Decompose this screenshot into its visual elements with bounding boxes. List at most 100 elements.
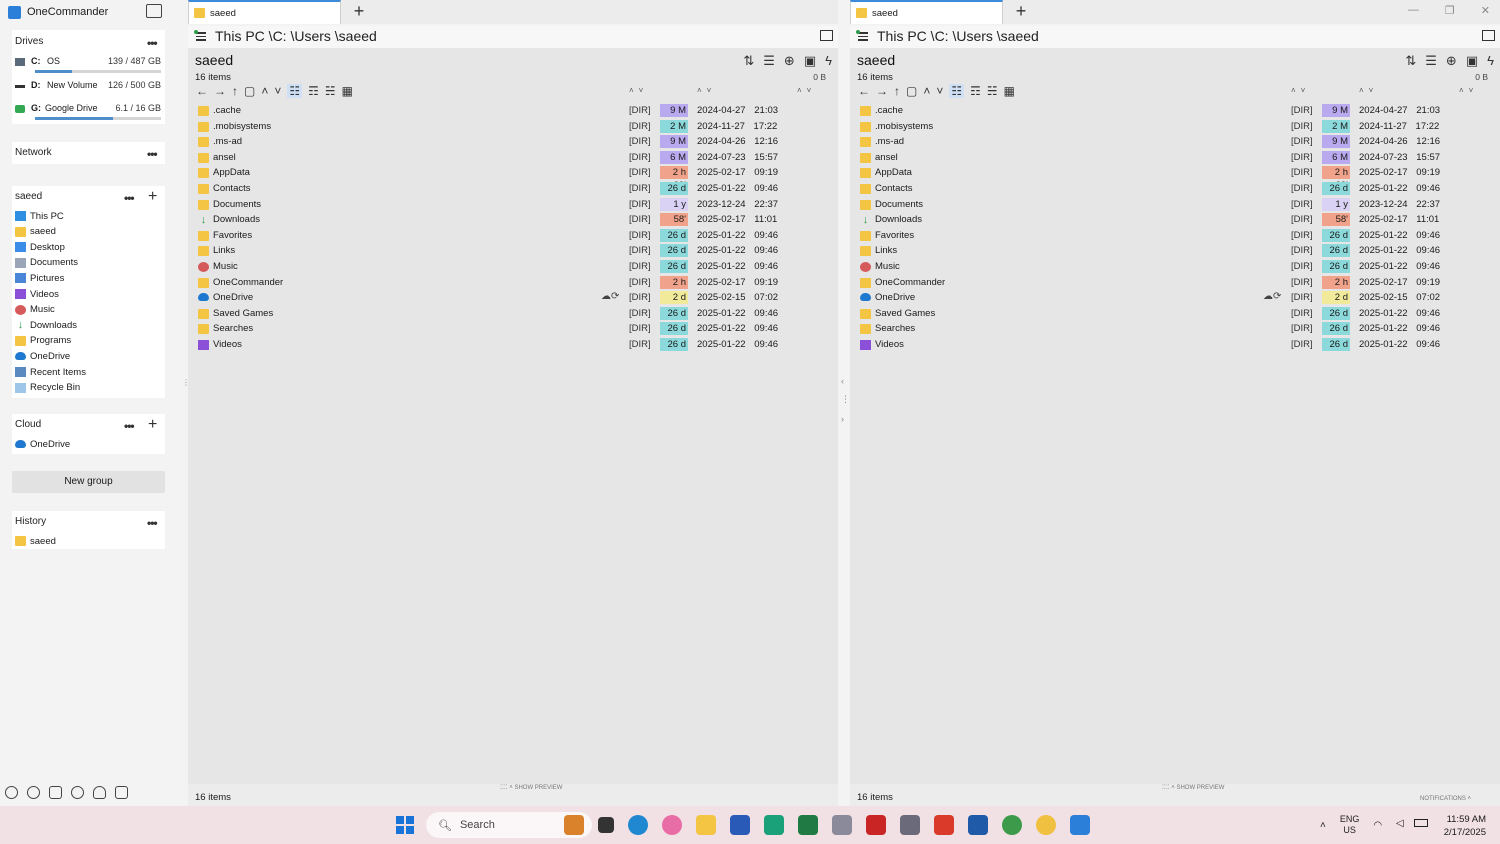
cloud-add-icon[interactable]: + — [148, 417, 157, 433]
chevron-up-icon[interactable]: ˄ — [923, 84, 930, 98]
drive-c[interactable]: C: OS 139 / 487 GB — [15, 56, 161, 78]
show-preview-toggle[interactable]: ⁚⁚⁚⁚ ˄ SHOW PREVIEW — [500, 784, 562, 791]
sidebar-item-recycle-bin[interactable]: Recycle Bin — [15, 381, 80, 395]
paint-icon[interactable] — [1036, 815, 1056, 835]
details-icon[interactable]: ☰ — [763, 53, 775, 69]
file-row[interactable]: .cache [DIR] 9 M 2024-04-27 21:03 — [188, 103, 838, 119]
show-preview-toggle[interactable]: ⁚⁚⁚⁚ ˄ SHOW PREVIEW — [1162, 784, 1224, 791]
network-more-icon[interactable]: ••• — [147, 147, 158, 161]
xodo-icon[interactable] — [934, 815, 954, 835]
file-row[interactable]: OneCommander [DIR] 2 h 39' 2025-02-17 09:19 — [188, 275, 838, 301]
file-row[interactable]: .ms-ad [DIR] 9 M 2024-04-26 12:16 — [850, 134, 1500, 150]
file-row[interactable]: OneDrive ☁⟳ [DIR] 2 d 2025-02-15 07:02 — [188, 290, 838, 306]
file-row[interactable]: Favorites [DIR] 26 d 2025-01-22 09:46 — [850, 228, 1500, 244]
store-icon[interactable] — [730, 815, 750, 835]
copilot-icon[interactable] — [662, 815, 682, 835]
notifications-label[interactable]: NOTIFICATIONS ˄ — [1420, 796, 1471, 802]
address-bar[interactable]: This PC \C: \Users \saeed — [188, 26, 838, 48]
drives-more-icon[interactable]: ••• — [147, 36, 158, 50]
file-row[interactable]: Saved Games [DIR] 26 d 2025-01-22 09:46 — [850, 306, 1500, 322]
clock[interactable]: 11:59 AM 2/17/2025 — [1444, 813, 1486, 839]
sidebar-item-downloads[interactable]: ↓ Downloads — [15, 318, 77, 332]
add-icon[interactable]: ⊕ — [784, 53, 795, 69]
chevron-up-icon[interactable]: ˄ — [1320, 820, 1326, 831]
file-explorer-icon[interactable] — [696, 815, 716, 835]
close-icon[interactable]: ✕ — [1481, 4, 1490, 17]
grid-view-icon[interactable]: ▦ — [1004, 84, 1015, 98]
new-tab-icon[interactable]: + — [348, 2, 370, 22]
sidebar-item-videos[interactable]: Videos — [15, 287, 59, 301]
columns-view-icon[interactable] — [820, 30, 833, 41]
sidebar-toggle-icon[interactable] — [146, 4, 162, 18]
address-bar[interactable]: This PC \C: \Users \saeed — [850, 26, 1500, 48]
sidebar-splitter-handle[interactable]: ⋮ — [182, 378, 190, 418]
file-row[interactable]: .mobisystems [DIR] 2 M 2024-11-27 17:22 — [850, 119, 1500, 135]
sidebar-item-music[interactable]: Music — [15, 303, 55, 317]
breadcrumb[interactable]: This PC \C: \Users \saeed — [215, 28, 377, 44]
minimize-icon[interactable]: — — [1408, 4, 1419, 17]
file-row[interactable]: Links [DIR] 26 d 2025-01-22 09:46 — [188, 243, 838, 259]
sidebar-item-programs[interactable]: Programs — [15, 334, 71, 348]
details-view-icon[interactable]: ☶ — [308, 84, 319, 98]
tab-saeed[interactable]: saeed — [850, 0, 1003, 24]
chevron-down-icon[interactable]: ˅ — [274, 84, 281, 98]
calendar-icon[interactable]: ▢ — [244, 84, 255, 98]
add-icon[interactable]: ⊕ — [1446, 53, 1457, 69]
details-view-icon[interactable]: ☶ — [970, 84, 981, 98]
file-row[interactable]: Music [DIR] 26 d 2025-01-22 09:46 — [188, 259, 838, 275]
file-row[interactable]: Contacts [DIR] 26 d 2025-01-22 09:46 — [188, 181, 838, 197]
layout-icon[interactable] — [49, 786, 62, 799]
file-row[interactable]: Links [DIR] 26 d 2025-01-22 09:46 — [850, 243, 1500, 259]
file-row[interactable]: ansel [DIR] 6 M 2024-07-23 15:57 — [188, 150, 838, 166]
file-row[interactable]: Saved Games [DIR] 26 d 2025-01-22 09:46 — [188, 306, 838, 322]
tree-view-icon[interactable]: ☵ — [987, 84, 998, 98]
sidebar-item-recent-items[interactable]: Recent Items — [15, 365, 86, 379]
list-menu-icon[interactable] — [856, 30, 868, 42]
pdf-app-icon[interactable] — [866, 815, 886, 835]
restore-icon[interactable]: ❐ — [1445, 4, 1455, 17]
group-more-icon[interactable]: ••• — [124, 191, 135, 205]
cloud-more-icon[interactable]: ••• — [124, 419, 135, 433]
file-row[interactable]: Searches [DIR] 26 d 2025-01-22 09:46 — [850, 321, 1500, 337]
details-icon[interactable]: ☰ — [1425, 53, 1437, 69]
file-row[interactable]: ansel [DIR] 6 M 2024-07-23 15:57 — [850, 150, 1500, 166]
lightning-icon[interactable]: ϟ — [825, 53, 832, 69]
sort-type-arrows-icon[interactable]: ˄˅ — [1291, 86, 1310, 95]
file-row[interactable]: AppData [DIR] 2 h 39' 2025-02-17 09:19 — [188, 165, 838, 191]
drive-g[interactable]: G: Google Drive 6.1 / 16 GB — [15, 103, 161, 125]
file-row[interactable]: Documents [DIR] 1 y 2023-12-24 22:37 — [850, 197, 1500, 213]
battery-icon[interactable] — [1414, 819, 1428, 827]
sidebar-item-this-pc[interactable]: This PC — [15, 209, 64, 223]
info-icon[interactable] — [27, 786, 40, 799]
pane-splitter-handle[interactable]: ‹ ⋮ › — [838, 0, 850, 806]
excel-icon[interactable] — [798, 815, 818, 835]
sort-date-arrows-icon[interactable]: ˄˅ — [697, 86, 716, 95]
onecommander-app-icon[interactable] — [1070, 815, 1090, 835]
wifi-icon[interactable]: ◠ — [1373, 820, 1382, 831]
file-row[interactable]: Videos [DIR] 26 d 2025-01-22 09:46 — [188, 337, 838, 353]
calculator-icon[interactable] — [832, 815, 852, 835]
file-row[interactable]: OneCommander [DIR] 2 h 39' 2025-02-17 09:19 — [850, 275, 1500, 301]
search-icon[interactable] — [71, 786, 84, 799]
tab-saeed[interactable]: saeed — [188, 0, 341, 24]
sort-type-arrows-icon[interactable]: ˄˅ — [629, 86, 648, 95]
edge-icon[interactable] — [628, 815, 648, 835]
file-row[interactable]: .cache [DIR] 9 M 2024-04-27 21:03 — [850, 103, 1500, 119]
new-tab-icon[interactable]: + — [1010, 2, 1032, 22]
file-row[interactable]: Favorites [DIR] 26 d 2025-01-22 09:46 — [188, 228, 838, 244]
back-icon[interactable]: ← — [858, 84, 870, 98]
onedrive-app-icon[interactable] — [764, 815, 784, 835]
sort-icon[interactable]: ⇅ — [1405, 53, 1416, 69]
up-icon[interactable]: ↑ — [232, 84, 238, 98]
sort-date-arrows-icon[interactable]: ˄˅ — [1359, 86, 1378, 95]
list-view-icon[interactable]: ☷ — [287, 84, 303, 98]
up-icon[interactable]: ↑ — [894, 84, 900, 98]
user-icon[interactable] — [93, 786, 106, 799]
file-row[interactable]: .mobisystems [DIR] 2 M 2024-11-27 17:22 — [188, 119, 838, 135]
snip-tool-icon[interactable] — [900, 815, 920, 835]
clipboard-icon[interactable]: ▣ — [804, 53, 816, 69]
chrome-icon[interactable] — [1002, 815, 1022, 835]
window-icon[interactable] — [115, 786, 128, 799]
clipboard-icon[interactable]: ▣ — [1466, 53, 1478, 69]
windows-start-icon[interactable] — [396, 816, 414, 834]
